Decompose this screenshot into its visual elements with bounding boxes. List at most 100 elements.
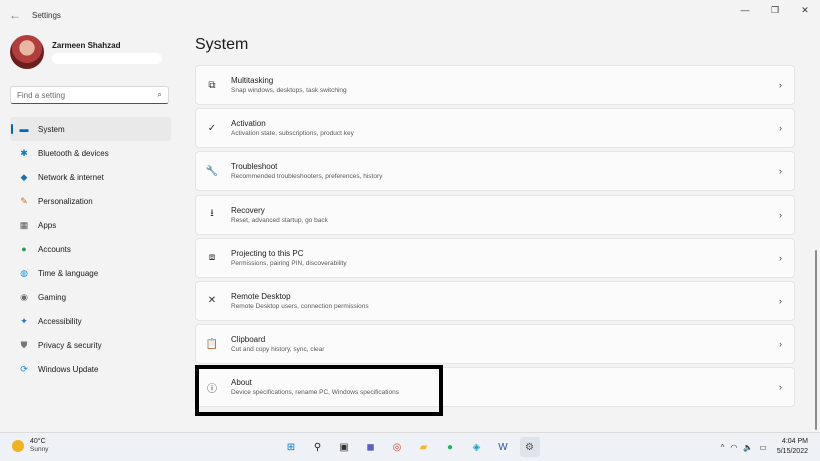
chevron-right-icon: › bbox=[779, 339, 782, 350]
sidebar-item-bluetooth-devices[interactable]: ✱ Bluetooth & devices bbox=[10, 141, 171, 165]
bluetooth-icon: ✱ bbox=[20, 147, 28, 158]
sidebar-item-label: Bluetooth & devices bbox=[38, 148, 109, 158]
settings-card-activation[interactable]: ✓ Activation Activation state, subscriptio… bbox=[195, 108, 795, 149]
card-subtitle: Reset, advanced startup, go back bbox=[231, 216, 328, 224]
weather-condition: Sunny bbox=[30, 446, 49, 453]
profile-name: Zarmeen Shahzad bbox=[52, 40, 121, 50]
search-taskbar-icon[interactable]: ⚲ bbox=[308, 437, 328, 457]
sidebar-item-privacy-security[interactable]: ⛊ Privacy & security bbox=[10, 333, 171, 357]
system-tray: ^ ◠ 🔈 ▭ 4:04 PM 5/15/2022 bbox=[715, 437, 808, 457]
search-icon[interactable]: ⌕ bbox=[158, 90, 162, 100]
back-arrow-icon[interactable]: ← bbox=[8, 8, 22, 22]
sidebar-item-gaming[interactable]: ◉ Gaming bbox=[10, 285, 171, 309]
checkmark-circle-icon: ✓ bbox=[207, 122, 217, 134]
projection-icon: ⧈ bbox=[208, 252, 216, 264]
brush-icon: ✎ bbox=[20, 195, 28, 206]
sidebar-item-label: Windows Update bbox=[38, 364, 99, 374]
card-title: Multitasking bbox=[231, 76, 274, 85]
person-icon: ● bbox=[21, 244, 27, 254]
spotify-icon[interactable]: ● bbox=[440, 437, 460, 457]
settings-card-clipboard[interactable]: 📋 Clipboard Cut and copy history, sync, cl… bbox=[195, 324, 795, 365]
user-profile[interactable]: Zarmeen Shahzad bbox=[10, 35, 162, 69]
word-icon[interactable]: W bbox=[493, 437, 513, 457]
sidebar-item-label: Time & language bbox=[38, 268, 99, 278]
shield-icon: ⛊ bbox=[20, 339, 28, 350]
settings-list: ⧉ Multitasking Snap windows, desktops, tas… bbox=[195, 65, 795, 411]
sidebar-item-windows-update[interactable]: ⟳ Windows Update bbox=[10, 357, 171, 381]
settings-card-projecting-to-this-pc[interactable]: ⧈ Projecting to this PC Permissions, pairi… bbox=[195, 237, 795, 278]
window-title: Settings bbox=[32, 10, 61, 20]
sidebar-item-network-internet[interactable]: ◆ Network & internet bbox=[10, 165, 171, 189]
clipboard-icon: 📋 bbox=[205, 338, 219, 350]
apps-icon: ▦ bbox=[19, 219, 29, 230]
avatar bbox=[10, 35, 44, 69]
sidebar-item-system[interactable]: ▬ System bbox=[10, 117, 171, 141]
scrollbar[interactable] bbox=[815, 250, 817, 430]
card-subtitle: Permissions, pairing PIN, discoverabilit… bbox=[231, 259, 347, 267]
search-box[interactable]: ⌕ bbox=[10, 86, 169, 104]
card-title: Remote Desktop bbox=[231, 291, 291, 301]
wifi-icon[interactable]: ◠ bbox=[730, 443, 737, 452]
wrench-icon: 🔧 bbox=[205, 165, 219, 177]
info-icon: ⓘ bbox=[207, 383, 217, 395]
sidebar-item-personalization[interactable]: ✎ Personalization bbox=[10, 189, 171, 213]
battery-icon[interactable]: ▭ bbox=[759, 443, 767, 452]
card-title: Recovery bbox=[231, 205, 265, 215]
card-subtitle: Device specifications, rename PC, Window… bbox=[231, 389, 399, 397]
sidebar-nav: ▬ System ✱ Bluetooth & devices ◆ Network & in… bbox=[10, 117, 171, 381]
sidebar-item-label: Personalization bbox=[38, 196, 93, 206]
weather-widget[interactable]: 40°C Sunny bbox=[12, 438, 48, 453]
sidebar-item-accounts[interactable]: ● Accounts bbox=[10, 237, 171, 261]
sidebar-item-label: Apps bbox=[38, 220, 57, 230]
sidebar-item-label: Network & internet bbox=[38, 172, 104, 182]
maximize-button[interactable]: ❐ bbox=[760, 0, 790, 20]
accessibility-icon: ✦ bbox=[20, 315, 28, 326]
settings-card-remote-desktop[interactable]: ✕ Remote Desktop Remote Desktop users, con… bbox=[195, 280, 795, 321]
settings-card-multitasking[interactable]: ⧉ Multitasking Snap windows, desktops, tas… bbox=[195, 65, 795, 105]
sidebar-item-label: Gaming bbox=[38, 292, 67, 302]
sidebar-item-label: Accessibility bbox=[38, 316, 82, 326]
recovery-icon: ⭳ bbox=[210, 208, 214, 220]
card-title: Clipboard bbox=[231, 335, 266, 345]
tray-overflow-chevron-icon[interactable]: ^ bbox=[721, 443, 725, 452]
settings-card-recovery[interactable]: ⭳ Recovery Reset, advanced startup, go bac… bbox=[195, 194, 795, 235]
chevron-right-icon: › bbox=[779, 252, 782, 263]
settings-card-about[interactable]: ⓘ About Device specifications, rename PC, … bbox=[195, 367, 795, 408]
volume-icon[interactable]: 🔈 bbox=[743, 443, 753, 452]
search-input[interactable] bbox=[17, 90, 158, 100]
multitasking-icon: ⧉ bbox=[208, 79, 216, 91]
gamepad-icon: ◉ bbox=[20, 291, 28, 302]
wifi-icon: ◆ bbox=[20, 171, 28, 182]
sidebar-item-accessibility[interactable]: ✦ Accessibility bbox=[10, 309, 171, 333]
system-icon: ▬ bbox=[19, 124, 29, 134]
task-view-icon[interactable]: ▣ bbox=[334, 437, 354, 457]
sidebar-item-apps[interactable]: ▦ Apps bbox=[10, 213, 171, 237]
app-teal-icon[interactable]: ◈ bbox=[467, 437, 487, 457]
card-title: Activation bbox=[231, 119, 266, 129]
sidebar-item-label: Accounts bbox=[38, 244, 71, 254]
card-subtitle: Activation state, subscriptions, product… bbox=[231, 130, 354, 138]
clock[interactable]: 4:04 PM 5/15/2022 bbox=[777, 437, 808, 457]
sidebar-item-time-language[interactable]: ◍ Time & language bbox=[10, 261, 171, 285]
chevron-right-icon: › bbox=[779, 382, 782, 393]
minimize-button[interactable]: — bbox=[730, 0, 760, 20]
settings-card-troubleshoot[interactable]: 🔧 Troubleshoot Recommended troubleshooters… bbox=[195, 151, 795, 192]
card-title: Projecting to this PC bbox=[231, 248, 304, 258]
card-title: Troubleshoot bbox=[231, 162, 278, 172]
chevron-right-icon: › bbox=[779, 209, 782, 220]
sun-icon bbox=[12, 439, 24, 452]
taskbar: 40°C Sunny ⊞ ⚲ ▣ ◼ ◎ ▰ ● ◈ W ⚙ ^ ◠ 🔈 ▭ 4:04 PM 5/… bbox=[0, 432, 820, 461]
chevron-right-icon: › bbox=[779, 123, 782, 134]
teams-chat-icon[interactable]: ◼ bbox=[361, 437, 381, 457]
card-subtitle: Remote Desktop users, connection permiss… bbox=[231, 302, 369, 310]
card-subtitle: Cut and copy history, sync, clear bbox=[231, 346, 325, 354]
close-button[interactable]: ✕ bbox=[790, 0, 820, 20]
card-subtitle: Recommended troubleshooters, preferences… bbox=[231, 173, 383, 181]
taskbar-apps: ⊞ ⚲ ▣ ◼ ◎ ▰ ● ◈ W ⚙ bbox=[281, 437, 546, 457]
remote-desktop-icon: ✕ bbox=[207, 295, 217, 307]
chevron-right-icon: › bbox=[779, 166, 782, 177]
settings-taskbar-icon[interactable]: ⚙ bbox=[519, 437, 540, 457]
file-explorer-icon[interactable]: ▰ bbox=[414, 437, 434, 457]
windows-start-icon[interactable]: ⊞ bbox=[281, 437, 301, 457]
chrome-icon[interactable]: ◎ bbox=[387, 437, 407, 457]
